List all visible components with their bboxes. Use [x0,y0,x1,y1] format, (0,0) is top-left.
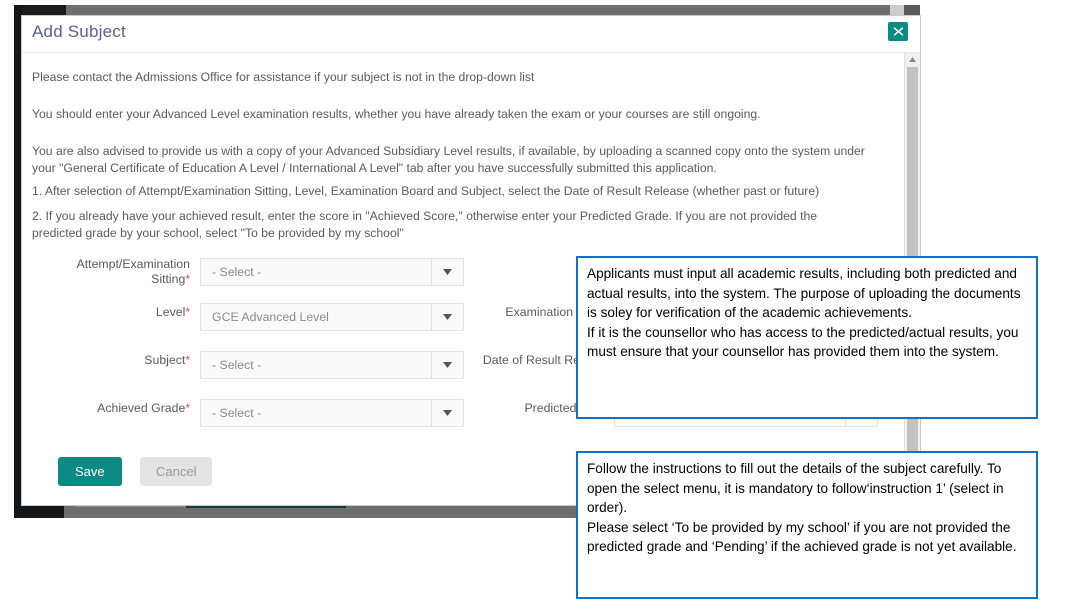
label-text: Attempt/Examination Sitting [76,257,190,286]
close-icon[interactable] [888,22,908,41]
intro-paragraph-2: You should enter your Advanced Level exa… [32,107,761,121]
label-subject: Subject* [50,353,190,368]
chevron-down-icon[interactable] [431,352,463,378]
select-value: - Select - [212,406,262,420]
select-level[interactable]: GCE Advanced Level [200,303,464,331]
window-frame-left [14,5,22,518]
select-attempt-examination-sitting[interactable]: - Select - [200,258,464,286]
callout-1-line-2: If it is the counsellor who has access t… [587,324,1019,360]
select-achieved-grade[interactable]: - Select - [200,399,464,427]
label-attempt-examination-sitting: Attempt/Examination Sitting* [50,257,190,287]
label-achieved-grade: Achieved Grade* [50,401,190,416]
label-text: Achieved Grade [97,401,186,415]
select-subject[interactable]: - Select - [200,351,464,379]
label-level: Level* [50,305,190,320]
dialog-header: Add Subject [22,16,920,53]
callout-results-guidance: Applicants must input all academic resul… [576,256,1038,419]
label-text: Subject [144,353,186,367]
callout-1-line-1: Applicants must input all academic resul… [587,266,1021,321]
instruction-1: 1. After selection of Attempt/Examinatio… [32,184,820,198]
save-button[interactable]: Save [58,457,122,486]
required-marker: * [185,305,190,319]
select-value: - Select - [212,265,262,279]
triangle-up-icon[interactable] [905,53,920,66]
select-value: GCE Advanced Level [212,310,329,324]
instruction-2: 2. If you already have your achieved res… [32,209,818,240]
required-marker: * [185,401,190,415]
select-value: - Select - [212,358,262,372]
cancel-button[interactable]: Cancel [140,457,213,486]
label-text: Level [155,305,186,319]
chevron-down-icon[interactable] [431,259,463,285]
chevron-down-icon[interactable] [431,304,463,330]
intro-paragraph-1: Please contact the Admissions Office for… [32,70,535,84]
required-marker: * [185,272,190,286]
callout-2-line-1: Follow the instructions to fill out the … [587,461,1004,516]
chevron-down-icon[interactable] [431,400,463,426]
intro-paragraph-3: You are also advised to provide us with … [32,144,865,175]
callout-instruction-guidance: Follow the instructions to fill out the … [576,451,1038,599]
callout-2-line-2: Please select ‘To be provided by my scho… [587,519,1017,555]
page-title: Add Subject [32,22,126,41]
required-marker: * [185,353,190,367]
